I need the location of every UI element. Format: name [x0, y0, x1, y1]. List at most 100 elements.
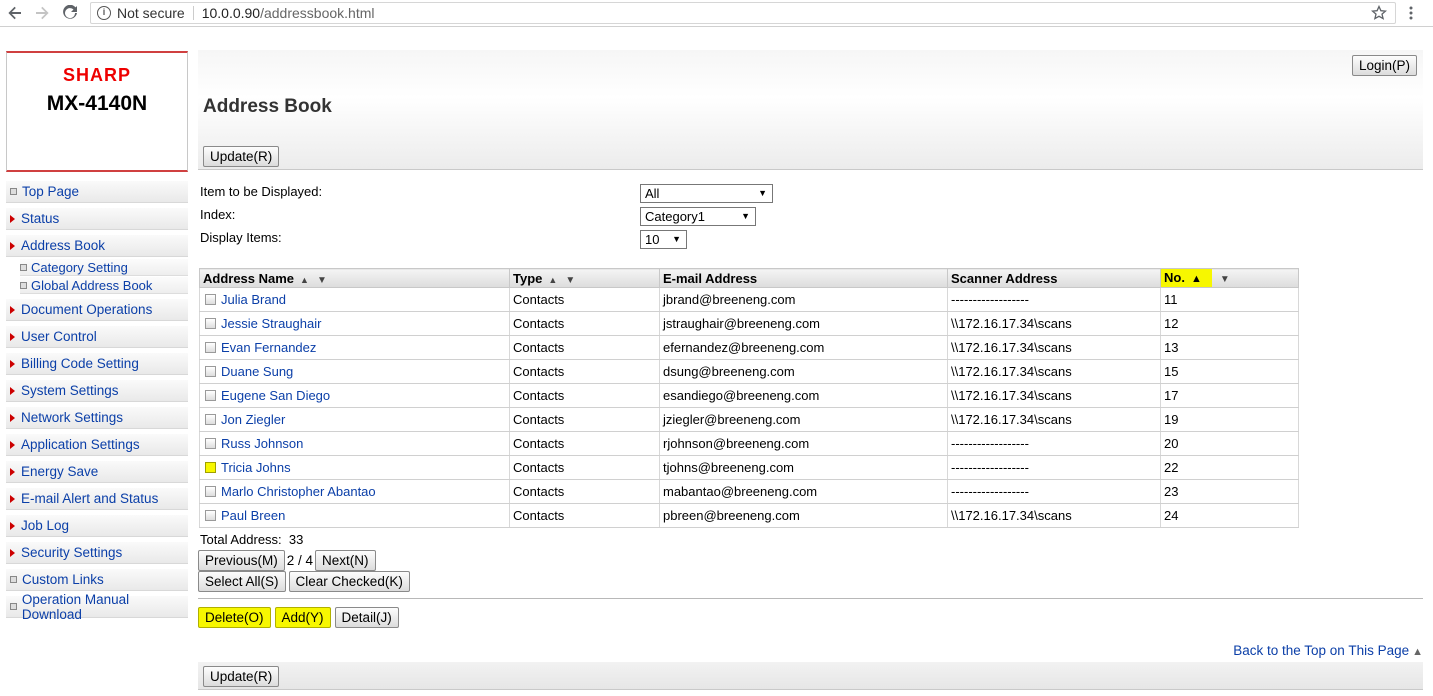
- filter-icon[interactable]: ▼: [565, 275, 575, 286]
- cell-email: tjohns@breeneng.com: [659, 455, 948, 480]
- row-checkbox[interactable]: [205, 486, 216, 497]
- nav-energy-save[interactable]: Energy Save: [6, 461, 188, 483]
- filter-icon[interactable]: ▼: [317, 275, 327, 286]
- contact-name-link[interactable]: Marlo Christopher Abantao: [221, 484, 376, 499]
- row-checkbox[interactable]: [205, 318, 216, 329]
- header-label: Address Name: [203, 270, 295, 286]
- previous-button[interactable]: Previous(M): [198, 550, 285, 571]
- security-label: Not secure: [117, 5, 185, 21]
- detail-button[interactable]: Detail(J): [334, 607, 399, 628]
- bookmark-star-icon[interactable]: [1368, 2, 1390, 24]
- row-checkbox[interactable]: [205, 462, 216, 473]
- sort-ascending-icon[interactable]: ▲: [300, 275, 309, 285]
- col-number[interactable]: No. ▲ ▼: [1160, 268, 1299, 288]
- contact-name-link[interactable]: Russ Johnson: [221, 436, 303, 451]
- triangle-right-icon: [10, 332, 15, 341]
- more-menu-icon[interactable]: [1400, 2, 1422, 24]
- row-checkbox[interactable]: [205, 510, 216, 521]
- contact-name-link[interactable]: Jon Ziegler: [221, 412, 285, 427]
- contact-name-link[interactable]: Jessie Straughair: [221, 316, 321, 331]
- nav-user-control[interactable]: User Control: [6, 326, 188, 348]
- col-address-name[interactable]: Address Name ▲ ▼: [199, 268, 510, 288]
- row-checkbox[interactable]: [205, 342, 216, 353]
- nav-label: Address Book: [21, 238, 106, 253]
- nav-status[interactable]: Status: [6, 208, 188, 230]
- table-row: Duane Sung Contacts dsung@breeneng.com \\17…: [199, 359, 1299, 384]
- cell-email: dsung@breeneng.com: [659, 359, 948, 384]
- reload-icon[interactable]: [59, 2, 81, 24]
- update-button-bottom[interactable]: Update(R): [203, 666, 280, 687]
- nav-job-log[interactable]: Job Log: [6, 515, 188, 537]
- nav-label: Job Log: [21, 518, 70, 533]
- nav-top-page[interactable]: Top Page: [6, 181, 188, 203]
- nav-email-alert-status[interactable]: E-mail Alert and Status: [6, 488, 188, 510]
- nav-security-settings[interactable]: Security Settings: [6, 542, 188, 564]
- nav-address-book[interactable]: Address Book: [6, 235, 188, 257]
- nav-application-settings[interactable]: Application Settings: [6, 434, 188, 456]
- contact-name-link[interactable]: Tricia Johns: [221, 460, 291, 475]
- nav-custom-links[interactable]: Custom Links: [6, 569, 188, 591]
- nav-system-settings[interactable]: System Settings: [6, 380, 188, 402]
- row-checkbox[interactable]: [205, 294, 216, 305]
- triangle-right-icon: [10, 548, 15, 557]
- nav-label: Document Operations: [21, 302, 153, 317]
- cell-type: Contacts: [509, 359, 660, 384]
- display-items-select[interactable]: 10 ▼: [640, 230, 687, 249]
- back-to-top-link[interactable]: Back to the Top on This Page ▲: [1233, 643, 1423, 658]
- nav-category-setting[interactable]: Category Setting: [20, 259, 188, 276]
- select-all-button[interactable]: Select All(S): [198, 571, 286, 592]
- header-label: Scanner Address: [951, 270, 1058, 286]
- cell-address-name: Paul Breen: [199, 503, 510, 528]
- divider: [198, 598, 1423, 599]
- square-bullet-icon: [20, 281, 27, 289]
- back-arrow-icon[interactable]: [4, 2, 26, 24]
- col-scanner-address[interactable]: Scanner Address: [947, 268, 1161, 288]
- nav-label: Security Settings: [21, 545, 123, 560]
- cell-address-name: Duane Sung: [199, 359, 510, 384]
- login-button[interactable]: Login(P): [1351, 55, 1417, 76]
- contact-name-link[interactable]: Julia Brand: [221, 292, 286, 307]
- contact-name-link[interactable]: Duane Sung: [221, 364, 293, 379]
- add-button[interactable]: Add(Y): [274, 607, 331, 628]
- info-icon[interactable]: i: [97, 6, 111, 20]
- square-bullet-icon: [10, 188, 17, 195]
- cell-number: 20: [1160, 431, 1299, 456]
- address-bar[interactable]: i Not secure 10.0.0.90/addressbook.html: [90, 2, 1396, 24]
- col-type[interactable]: Type ▲ ▼: [509, 268, 660, 288]
- row-checkbox[interactable]: [205, 366, 216, 377]
- forward-arrow-icon[interactable]: [31, 2, 53, 24]
- contact-name-link[interactable]: Evan Fernandez: [221, 340, 316, 355]
- sort-ascending-icon[interactable]: ▲: [1191, 273, 1202, 285]
- select-value: All: [645, 186, 660, 201]
- contact-name-link[interactable]: Paul Breen: [221, 508, 285, 523]
- nav-network-settings[interactable]: Network Settings: [6, 407, 188, 429]
- dropdown-arrow-icon: ▼: [741, 211, 750, 221]
- sort-ascending-icon[interactable]: ▲: [548, 275, 557, 285]
- row-checkbox[interactable]: [205, 390, 216, 401]
- nav-label: Top Page: [22, 184, 80, 199]
- nav-global-address-book[interactable]: Global Address Book: [20, 277, 188, 294]
- model-name: MX-4140N: [46, 92, 148, 115]
- clear-checked-button[interactable]: Clear Checked(K): [288, 571, 410, 592]
- next-button[interactable]: Next(N): [315, 550, 376, 571]
- contact-name-link[interactable]: Eugene San Diego: [221, 388, 330, 403]
- filter-icon[interactable]: ▼: [1220, 274, 1230, 285]
- cell-email: jbrand@breeneng.com: [659, 287, 948, 312]
- index-select[interactable]: Category1 ▼: [640, 207, 756, 226]
- nav-document-operations[interactable]: Document Operations: [6, 299, 188, 321]
- display-filter-select[interactable]: All ▼: [640, 184, 773, 203]
- col-email-address[interactable]: E-mail Address: [659, 268, 948, 288]
- index-label: Index:: [200, 207, 236, 222]
- cell-type: Contacts: [509, 479, 660, 504]
- cell-address-name: Julia Brand: [199, 287, 510, 312]
- nav-billing-code-setting[interactable]: Billing Code Setting: [6, 353, 188, 375]
- cell-scanner: ------------------: [947, 431, 1161, 456]
- cell-type: Contacts: [509, 503, 660, 528]
- cell-scanner: \\172.16.17.34\scans: [947, 407, 1161, 432]
- delete-button[interactable]: Delete(O): [198, 607, 271, 628]
- nav-operation-manual-download[interactable]: Operation Manual Download: [6, 592, 188, 622]
- update-button-top[interactable]: Update(R): [203, 146, 280, 167]
- row-checkbox[interactable]: [205, 438, 216, 449]
- nav-label: User Control: [21, 329, 97, 344]
- row-checkbox[interactable]: [205, 414, 216, 425]
